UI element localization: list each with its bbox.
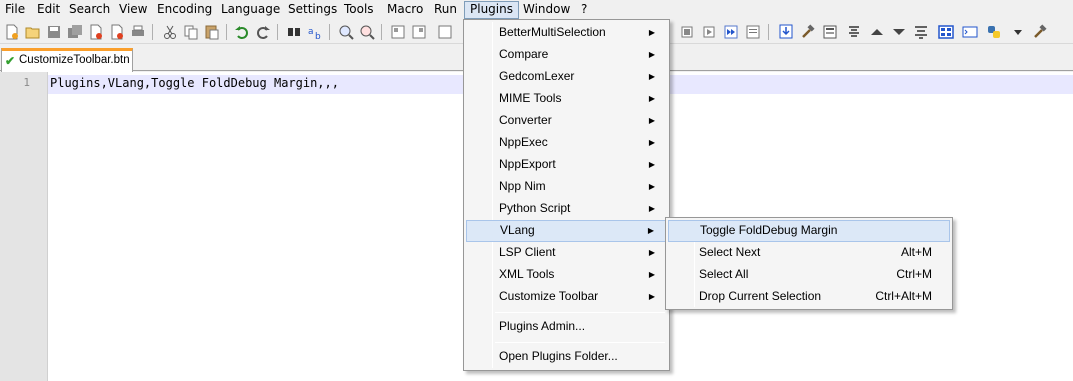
open-file-icon[interactable]: [24, 23, 41, 40]
zoom-in-icon[interactable]: [337, 23, 354, 40]
submenu-arrow-icon: ▶: [648, 138, 655, 147]
menu-settings[interactable]: Settings: [283, 1, 342, 19]
document-map-icon[interactable]: [821, 23, 838, 40]
save-icon[interactable]: [45, 23, 62, 40]
submenu-arrow-icon: ▶: [648, 116, 655, 125]
svg-text:b: b: [315, 32, 321, 40]
line-number: 1: [23, 76, 30, 89]
menu-language[interactable]: Language: [216, 1, 285, 19]
submenu-arrow-icon: ▶: [648, 50, 655, 59]
menu-item-plugins-admin[interactable]: Plugins Admin...: [466, 316, 667, 338]
menu-search[interactable]: Search: [64, 1, 115, 19]
submenu-arrow-icon: ▶: [648, 160, 655, 169]
submenu-arrow-icon: ▶: [648, 94, 655, 103]
submenu-item-select-all[interactable]: Select All Ctrl+M: [668, 264, 950, 286]
vlang-submenu: Toggle FoldDebug Margin Select Next Alt+M…: [665, 217, 953, 310]
cut-icon[interactable]: [161, 23, 178, 40]
submenu-item-toggle-folddebug-margin[interactable]: Toggle FoldDebug Margin: [668, 220, 950, 242]
close-all-icon[interactable]: [108, 23, 125, 40]
submenu-arrow-icon: ▶: [648, 72, 655, 81]
menu-file[interactable]: File: [0, 1, 30, 19]
menu-item-bettermultiselection[interactable]: BetterMultiSelection ▶: [466, 22, 667, 44]
shortcut-label: Ctrl+M: [896, 267, 932, 281]
menu-separator: [495, 312, 665, 313]
menu-view[interactable]: View: [114, 1, 152, 19]
play-macro-icon[interactable]: [700, 23, 717, 40]
submenu-arrow-icon: ▶: [648, 292, 655, 301]
menu-item-customize-toolbar[interactable]: Customize Toolbar ▶: [466, 286, 667, 308]
menu-item-lsp-client[interactable]: LSP Client ▶: [466, 242, 667, 264]
close-file-icon[interactable]: [87, 23, 104, 40]
sync-vertical-icon[interactable]: [389, 23, 406, 40]
submenu-arrow-icon: ▶: [648, 204, 655, 213]
menu-item-open-plugins-folder[interactable]: Open Plugins Folder...: [466, 346, 667, 368]
copy-icon[interactable]: [182, 23, 199, 40]
tab-customize-toolbar[interactable]: ✔ CustomizeToolbar.btn: [1, 48, 133, 72]
submenu-item-select-next[interactable]: Select Next Alt+M: [668, 242, 950, 264]
menu-macro[interactable]: Macro: [382, 1, 428, 19]
up-arrow-icon[interactable]: [868, 23, 885, 40]
submenu-arrow-icon: ▶: [648, 28, 655, 37]
hammer-icon[interactable]: [799, 23, 816, 40]
menu-encoding[interactable]: Encoding: [152, 1, 217, 19]
menu-plugins[interactable]: Plugins: [464, 1, 519, 19]
download-icon[interactable]: [777, 23, 794, 40]
function-list-icon[interactable]: [845, 23, 862, 40]
submenu-item-drop-current-selection[interactable]: Drop Current Selection Ctrl+Alt+M: [668, 286, 950, 308]
menu-item-mime-tools[interactable]: MIME Tools ▶: [466, 88, 667, 110]
panel-icon[interactable]: [937, 23, 954, 40]
svg-text:a: a: [308, 27, 314, 37]
menu-bar: File Edit Search View Encoding Language …: [0, 0, 1073, 20]
submenu-arrow-icon: ▶: [648, 270, 655, 279]
saved-check-icon: ✔: [5, 54, 16, 68]
run-macro-multiple-icon[interactable]: [722, 23, 739, 40]
submenu-arrow-icon: ▶: [648, 248, 655, 257]
undo-icon[interactable]: [233, 23, 250, 40]
menu-help[interactable]: ?: [576, 1, 592, 19]
line-number-gutter: 1: [0, 72, 48, 381]
menu-item-vlang[interactable]: VLang ▶: [466, 220, 667, 242]
menu-tools[interactable]: Tools: [339, 1, 379, 19]
zoom-out-icon[interactable]: [358, 23, 375, 40]
menu-item-gedcomlexer[interactable]: GedcomLexer ▶: [466, 66, 667, 88]
hammer-tool-icon[interactable]: [1031, 23, 1048, 40]
menu-item-python-script[interactable]: Python Script ▶: [466, 198, 667, 220]
menu-item-npp-nim[interactable]: Npp Nim ▶: [466, 176, 667, 198]
menu-window[interactable]: Window: [518, 1, 575, 19]
plugins-dropdown-menu: BetterMultiSelection ▶ Compare ▶ GedcomLex…: [463, 19, 670, 371]
tab-label: CustomizeToolbar.btn: [19, 54, 130, 66]
paste-icon[interactable]: [203, 23, 220, 40]
menu-separator: [495, 342, 665, 343]
stop-record-icon[interactable]: [678, 23, 695, 40]
menu-run[interactable]: Run: [429, 1, 462, 19]
menu-item-xml-tools[interactable]: XML Tools ▶: [466, 264, 667, 286]
menu-item-nppexec[interactable]: NppExec ▶: [466, 132, 667, 154]
down-arrow-icon[interactable]: [890, 23, 907, 40]
menu-item-converter[interactable]: Converter ▶: [466, 110, 667, 132]
menu-edit[interactable]: Edit: [32, 1, 65, 19]
submenu-arrow-icon: ▶: [647, 226, 654, 235]
shortcut-label: Alt+M: [900, 245, 932, 259]
editor-line-text[interactable]: Plugins,VLang,Toggle FoldDebug Margin,,,: [50, 76, 339, 90]
console-icon[interactable]: [961, 23, 978, 40]
submenu-arrow-icon: ▶: [648, 182, 655, 191]
redo-icon[interactable]: [254, 23, 271, 40]
word-wrap-icon[interactable]: [436, 23, 453, 40]
filter-icon[interactable]: [912, 23, 929, 40]
save-all-icon[interactable]: [66, 23, 83, 40]
menu-item-compare[interactable]: Compare ▶: [466, 44, 667, 66]
dropdown-icon[interactable]: [1009, 23, 1026, 40]
replace-icon[interactable]: ab: [306, 23, 323, 40]
new-file-icon[interactable]: [3, 23, 20, 40]
sync-horizontal-icon[interactable]: [410, 23, 427, 40]
python-icon[interactable]: [985, 23, 1002, 40]
menu-item-nppexport[interactable]: NppExport ▶: [466, 154, 667, 176]
find-icon[interactable]: [285, 23, 302, 40]
save-macro-icon[interactable]: [744, 23, 761, 40]
shortcut-label: Ctrl+Alt+M: [875, 289, 932, 303]
print-icon[interactable]: [129, 23, 146, 40]
